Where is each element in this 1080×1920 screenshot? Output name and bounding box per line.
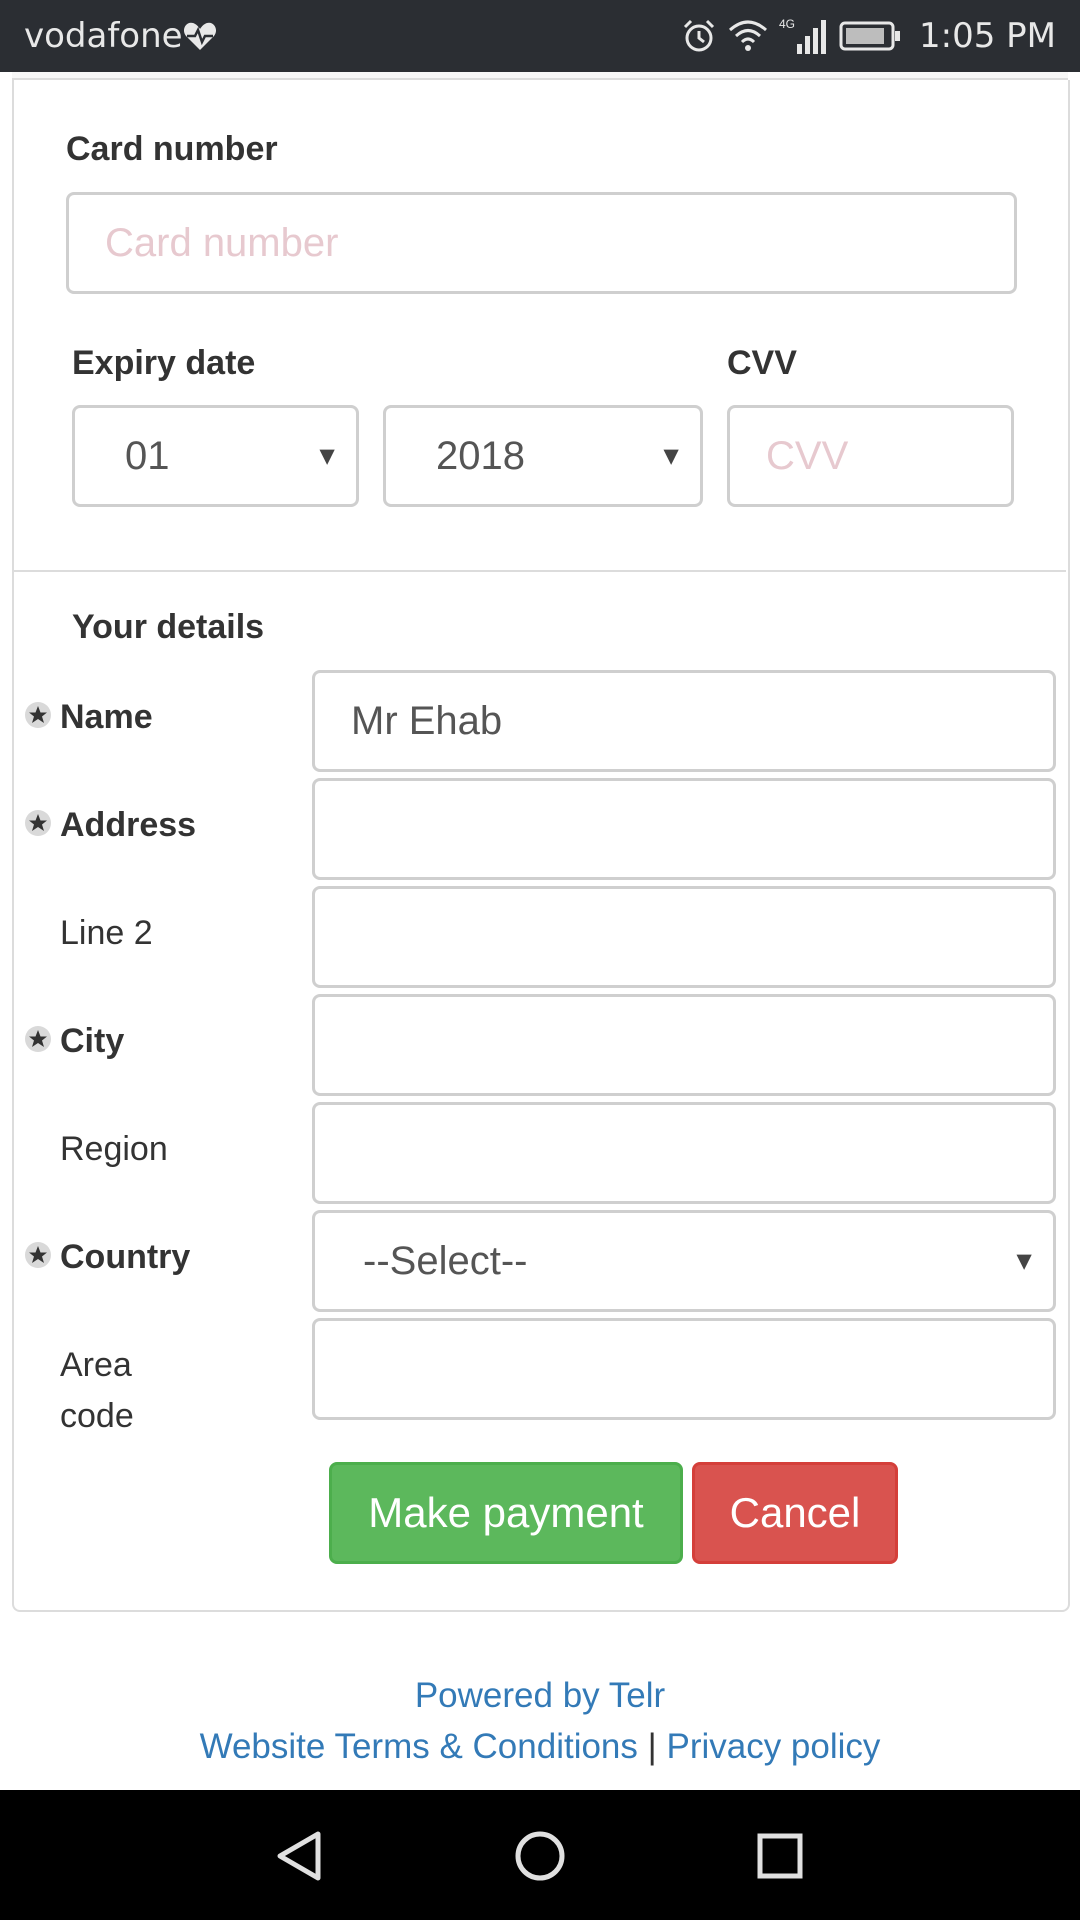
address-label: Address [60,806,197,844]
country-label: Country [60,1238,191,1276]
panel-top-edge [12,72,1068,80]
cell-signal-icon: 4G [779,17,826,54]
your-details-heading: Your details [72,608,265,646]
country-select[interactable]: --Select-- ▼ [312,1210,1056,1312]
name-input[interactable]: Mr Ehab [312,670,1056,772]
line2-label: Line 2 [60,914,153,952]
clock-time: 1:05 PM [919,16,1056,56]
required-star-icon [25,1026,51,1052]
footer-separator: | [647,1727,657,1766]
expiry-year-select[interactable]: 2018 ▼ [383,405,703,507]
chevron-down-icon: ▼ [1011,1245,1037,1276]
address-input[interactable] [312,778,1056,880]
expiry-month-value: 01 [125,433,170,478]
region-label: Region [60,1130,168,1168]
status-bar: vodafone 4G 1:05 PM [0,0,1080,72]
network-type-label: 4G [779,17,795,31]
country-value: --Select-- [363,1238,528,1283]
card-number-placeholder: Card number [105,220,339,265]
back-icon[interactable] [276,1830,324,1882]
name-value: Mr Ehab [351,698,503,743]
footer-links: Website Terms & Conditions | Privacy pol… [0,1727,1080,1767]
make-payment-button[interactable]: Make payment [329,1462,683,1564]
chevron-down-icon: ▼ [314,440,340,471]
area-code-label-line1: Area [60,1346,132,1384]
area-code-input[interactable] [312,1318,1056,1420]
area-code-label-line2: code [60,1397,134,1435]
region-input[interactable] [312,1102,1056,1204]
carrier-name: vodafone [24,16,183,56]
name-label: Name [60,698,153,736]
privacy-policy-link[interactable]: Privacy policy [666,1727,880,1766]
city-input[interactable] [312,994,1056,1096]
line2-input[interactable] [312,886,1056,988]
section-divider [14,570,1066,572]
cvv-label: CVV [727,344,797,382]
expiry-year-value: 2018 [436,433,525,478]
status-icons: 4G 1:05 PM [681,14,1056,58]
heart-health-icon [183,22,217,50]
required-star-icon [25,1242,51,1268]
expiry-date-label: Expiry date [72,344,256,382]
required-star-icon [25,810,51,836]
home-icon[interactable] [514,1830,566,1882]
card-number-input[interactable]: Card number [66,192,1017,294]
city-label: City [60,1022,125,1060]
cvv-input[interactable]: CVV [727,405,1014,507]
wifi-icon [729,20,767,51]
recents-icon[interactable] [756,1832,804,1880]
alarm-icon [683,19,715,52]
powered-by-telr-link[interactable]: Powered by Telr [415,1676,665,1715]
terms-link[interactable]: Website Terms & Conditions [200,1727,638,1766]
battery-icon [839,21,900,51]
chevron-down-icon: ▼ [658,440,684,471]
expiry-month-select[interactable]: 01 ▼ [72,405,359,507]
navigation-bar [0,1790,1080,1920]
card-number-label: Card number [66,130,278,168]
cvv-placeholder: CVV [766,433,849,478]
cancel-button[interactable]: Cancel [692,1462,898,1564]
footer-powered-by: Powered by Telr [0,1676,1080,1716]
required-star-icon [25,702,51,728]
